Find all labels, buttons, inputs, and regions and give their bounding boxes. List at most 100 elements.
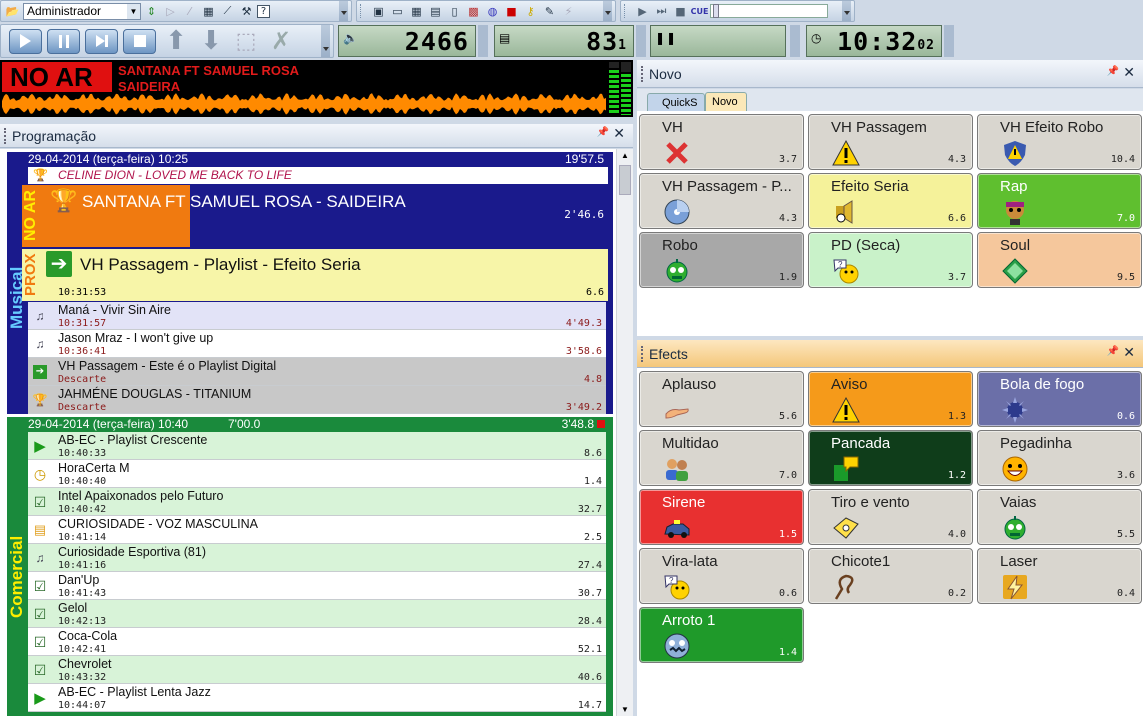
sound-tile-chicote1[interactable]: Chicote1 0.2	[808, 548, 973, 604]
next-item-row[interactable]: PROX ➔ VH Passagem - Playlist - Efeito S…	[22, 249, 608, 301]
comercial-item-row[interactable]: ♫ Curiosidade Esportiva (81) 10:41:16 27.4	[28, 544, 606, 572]
globe-icon[interactable]: ◍	[484, 3, 501, 19]
play-icon[interactable]: ▶	[634, 3, 651, 19]
musical-item-row[interactable]: ♫ Jason Mraz - I won't give up 10:36:41 3'5…	[28, 330, 606, 358]
comercial-item-row[interactable]: ◷ HoraCerta M 10:40:40 1.4	[28, 460, 606, 488]
vu-meter-left	[609, 62, 619, 115]
toolbar-overflow-button[interactable]	[944, 25, 954, 57]
toolbar-overflow-button[interactable]	[321, 25, 330, 57]
sound-tile-multidao[interactable]: Multidao 7.0	[639, 430, 804, 486]
play-next-icon[interactable]: ▷	[162, 3, 179, 19]
play-button[interactable]	[9, 28, 42, 54]
toolbar-overflow-button[interactable]	[603, 1, 612, 21]
comercial-item-row[interactable]: ☑ Chevrolet 10:43:32 40.6	[28, 656, 606, 684]
sort-icon[interactable]: ⇕	[143, 3, 160, 19]
sound-tile-pancada[interactable]: Pancada 1.2	[808, 430, 973, 486]
edit-document-icon[interactable]: ✎	[541, 3, 558, 19]
comercial-item-row[interactable]: ☑ Intel Apaixonados pelo Futuro 10:40:42 32…	[28, 488, 606, 516]
fast-forward-icon[interactable]: ⏭	[653, 3, 670, 19]
select-area-icon[interactable]: ⬚	[231, 26, 261, 56]
sound-tile-tiro-e-vento[interactable]: Tiro e vento 4.0	[808, 489, 973, 545]
scroll-thumb[interactable]	[619, 165, 631, 195]
toolbar-overflow-button[interactable]	[842, 1, 851, 21]
next-button[interactable]	[85, 28, 118, 54]
on-air-strip: NO AR SANTANA FT SAMUEL ROSA SAIDEIRA	[0, 60, 633, 117]
item-title: Dan'Up	[58, 573, 100, 587]
calendar-icon[interactable]: ▩	[465, 3, 482, 19]
sound-tile-soul[interactable]: Soul 9.5	[977, 232, 1142, 288]
musical-item-row[interactable]: 🏆 JAHMÉNE DOUGLAS - TITANIUM Descarte 3'49.…	[28, 386, 606, 414]
cue-icon[interactable]: CUE	[691, 3, 709, 19]
pencil-icon[interactable]: ⟋	[219, 3, 236, 19]
tools-icon[interactable]: ⚒	[238, 3, 255, 19]
toolbar-overflow-button[interactable]	[790, 25, 800, 57]
save-icon[interactable]: ▣	[370, 3, 387, 19]
sound-tile-sirene[interactable]: Sirene 1.5	[639, 489, 804, 545]
pause-button[interactable]	[47, 28, 80, 54]
move-down-icon[interactable]: ⬇	[196, 26, 226, 56]
move-up-icon[interactable]: ⬆	[161, 26, 191, 56]
stop-icon[interactable]: ■	[672, 3, 689, 19]
sound-tile-robo[interactable]: Robo 1.9	[639, 232, 804, 288]
position-slider[interactable]	[710, 4, 828, 18]
slider-thumb[interactable]	[713, 4, 719, 18]
comercial-item-row[interactable]: ☑ Coca-Cola 10:42:41 52.1	[28, 628, 606, 656]
scroll-up-icon[interactable]: ▲	[621, 151, 629, 160]
pin-icon[interactable]: 📌	[597, 127, 609, 138]
sound-tile-vh-passagem[interactable]: VH Passagem 4.3	[808, 114, 973, 170]
comercial-item-row[interactable]: ☑ Gelol 10:42:13 28.4	[28, 600, 606, 628]
comercial-item-row[interactable]: ▤ CURIOSIDADE - VOZ MASCULINA 10:41:14 2.5	[28, 516, 606, 544]
sound-tile-arroto-1[interactable]: Arroto 1 1.4	[639, 607, 804, 663]
scroll-down-icon[interactable]: ▼	[621, 705, 629, 714]
svg-text:?: ?	[838, 260, 843, 269]
comercial-item-row[interactable]: ☑ Dan'Up 10:41:43 30.7	[28, 572, 606, 600]
toolbar-overflow-button[interactable]	[636, 25, 646, 57]
tab-quicks[interactable]: QuickS	[647, 93, 705, 111]
sound-tile-vh-passagem-p[interactable]: VH Passagem - P... 4.3	[639, 173, 804, 229]
item-title: VH Passagem - Este é o Playlist Digital	[58, 359, 277, 373]
toolbar-overflow-button[interactable]	[478, 25, 488, 57]
key-icon[interactable]: ⚷	[522, 3, 539, 19]
sound-tile-efeito-seria[interactable]: Efeito Seria 6.6	[808, 173, 973, 229]
stop-button[interactable]	[123, 28, 156, 54]
pin-icon[interactable]: 📌	[1107, 346, 1119, 357]
tile-duration: 1.9	[778, 272, 797, 283]
programacao-scrollbar[interactable]: ▲ ▼	[616, 149, 633, 716]
sound-tile-vaias[interactable]: Vaias 5.5	[977, 489, 1142, 545]
open-folder-icon[interactable]: 📂	[4, 3, 21, 19]
toolbar-overflow-button[interactable]	[339, 1, 348, 21]
delete-icon[interactable]: ✗	[266, 26, 296, 56]
musical-item-row[interactable]: ➔ VH Passagem - Este é o Playlist Digital…	[28, 358, 606, 386]
sound-tile-vira-lata[interactable]: Vira-lata? 0.6	[639, 548, 804, 604]
sound-tile-laser[interactable]: Laser 0.4	[977, 548, 1142, 604]
previous-item[interactable]: 🏆 CELINE DION - LOVED ME BACK TO LIFE	[28, 167, 608, 184]
close-icon[interactable]: ✕	[1123, 64, 1135, 81]
now-playing-row[interactable]: NO AR 🏆 SANTANA FT SAMUEL ROSA - SAIDEIR…	[22, 185, 608, 247]
sound-tile-aplauso[interactable]: Aplauso 5.6	[639, 371, 804, 427]
tab-novo[interactable]: Novo	[705, 92, 747, 111]
document-icon[interactable]: ▯	[446, 3, 463, 19]
musical-item-row[interactable]: ♫ Maná - Vivir Sin Aire 10:31:57 4'49.3	[28, 302, 606, 330]
user-select[interactable]: Administrador ▼	[23, 2, 141, 20]
sound-tile-aviso[interactable]: Aviso 1.3	[808, 371, 973, 427]
layout-icon[interactable]: ▤	[427, 3, 444, 19]
record-icon[interactable]: ■	[503, 3, 520, 19]
wand-icon[interactable]: ⁄	[181, 3, 198, 19]
sound-tile-pegadinha[interactable]: Pegadinha 3.6	[977, 430, 1142, 486]
sound-tile-rap[interactable]: Rap 7.0	[977, 173, 1142, 229]
sound-tile-bola-de-fogo[interactable]: Bola de fogo 0.6	[977, 371, 1142, 427]
sound-tile-vh[interactable]: VH 3.7	[639, 114, 804, 170]
grid-icon[interactable]: ▦	[408, 3, 425, 19]
comercial-item-row[interactable]: ▶ AB-EC - Playlist Crescente 10:40:33 8.6	[28, 432, 606, 460]
chevron-down-icon[interactable]: ▼	[127, 3, 140, 19]
close-icon[interactable]: ✕	[613, 125, 625, 142]
window-icon[interactable]: ▭	[389, 3, 406, 19]
close-icon[interactable]: ✕	[1123, 344, 1135, 361]
lightning-icon[interactable]: ⚡	[560, 3, 577, 19]
help-icon[interactable]: ?	[257, 4, 270, 18]
pin-icon[interactable]: 📌	[1107, 66, 1119, 77]
sound-tile-pd-seca[interactable]: PD (Seca)? 3.7	[808, 232, 973, 288]
keyboard-icon[interactable]: ▦	[200, 3, 217, 19]
sound-tile-vh-efeito-robo[interactable]: VH Efeito Robo 10.4	[977, 114, 1142, 170]
comercial-item-row[interactable]: ▶ AB-EC - Playlist Lenta Jazz 10:44:07 14.7	[28, 684, 606, 712]
